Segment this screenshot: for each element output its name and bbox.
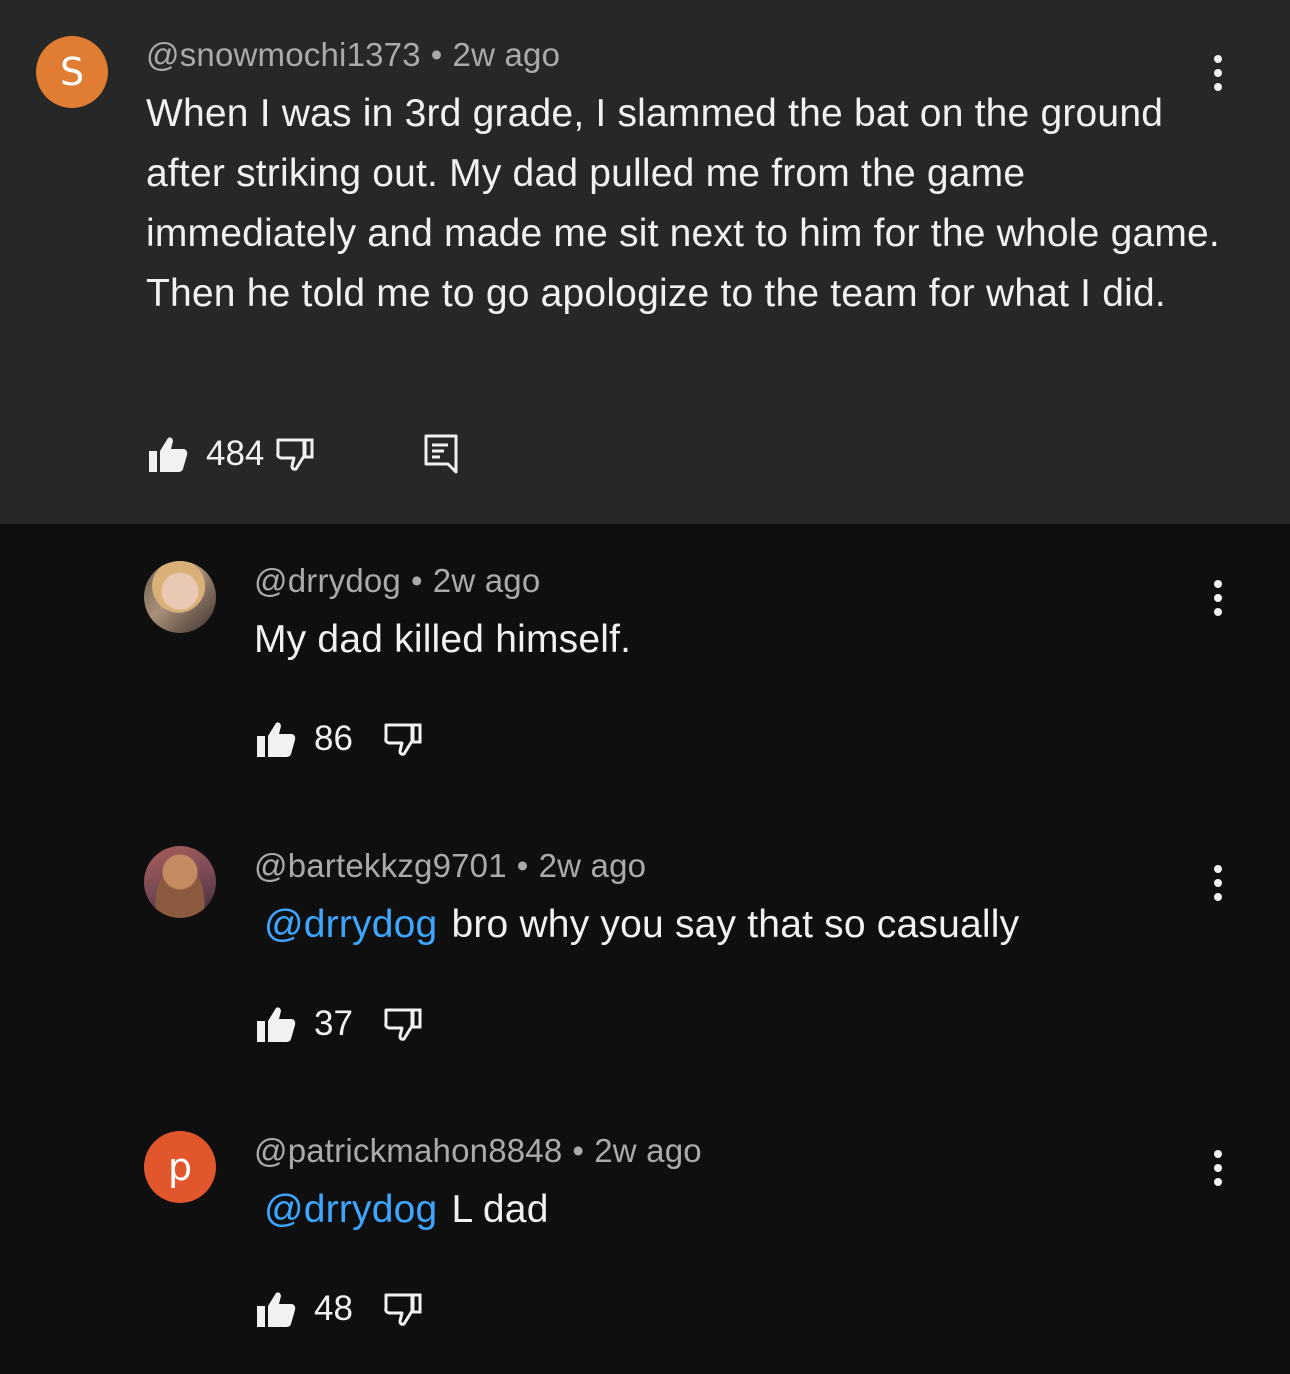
comment-meta: @drrydog • 2w ago [254,562,540,600]
meta-separator: • [430,36,443,73]
thumbs-up-icon[interactable] [256,1005,296,1043]
avatar-letter: S [59,50,85,94]
meta-separator: • [572,1132,585,1169]
comment-text: @drrydog bro why you say that so casually [254,895,1194,955]
thumbs-down-icon[interactable] [384,721,422,757]
comment-actions: 484 [148,432,458,476]
thumbs-down-icon[interactable] [384,1291,422,1327]
thumbs-up-icon[interactable] [256,1290,296,1328]
comment-timestamp[interactable]: 2w ago [539,847,647,884]
comment-timestamp[interactable]: 2w ago [453,36,561,73]
comment-meta: @patrickmahon8848 • 2w ago [254,1132,702,1170]
avatar[interactable] [144,846,216,918]
comment-timestamp[interactable]: 2w ago [594,1132,702,1169]
comment-author-handle[interactable]: @drrydog [254,562,401,599]
more-vert-icon[interactable] [1212,579,1224,619]
comment-text-content: bro why you say that so casually [451,903,1020,946]
comment-author-handle[interactable]: @bartekkzg9701 [254,847,507,884]
meta-separator: • [516,847,529,884]
avatar[interactable] [144,561,216,633]
more-vert-icon[interactable] [1212,54,1224,94]
comment-actions: 86 [256,717,422,761]
thumbs-down-icon[interactable] [384,1006,422,1042]
mention-link[interactable]: @drrydog [264,903,437,946]
meta-separator: • [411,562,423,599]
more-vert-icon[interactable] [1212,1149,1224,1189]
thumbs-up-icon[interactable] [148,435,188,473]
comment-text: My dad killed himself. [254,618,632,661]
mention-link[interactable]: @drrydog [264,1188,437,1231]
comment-text-content: L dad [451,1188,549,1231]
comment-actions: 37 [256,1002,422,1046]
reply-icon[interactable] [424,434,458,474]
comment-author-handle[interactable]: @patrickmahon8848 [254,1132,562,1169]
thumbs-down-icon[interactable] [276,436,314,472]
comment-text: @drrydog L dad [254,1180,1194,1240]
more-vert-icon[interactable] [1212,864,1224,904]
avatar[interactable]: p [144,1131,216,1203]
comment-text: When I was in 3rd grade, I slammed the b… [146,92,1220,315]
avatar[interactable]: S [36,36,108,108]
comment-meta: @snowmochi1373 • 2w ago [146,36,560,74]
thumbs-up-icon[interactable] [256,720,296,758]
comment-meta: @bartekkzg9701 • 2w ago [254,847,646,885]
avatar-letter: p [167,1145,193,1189]
comment-actions: 48 [256,1287,422,1331]
comment-timestamp[interactable]: 2w ago [433,562,541,599]
comment-author-handle[interactable]: @snowmochi1373 [146,36,421,73]
